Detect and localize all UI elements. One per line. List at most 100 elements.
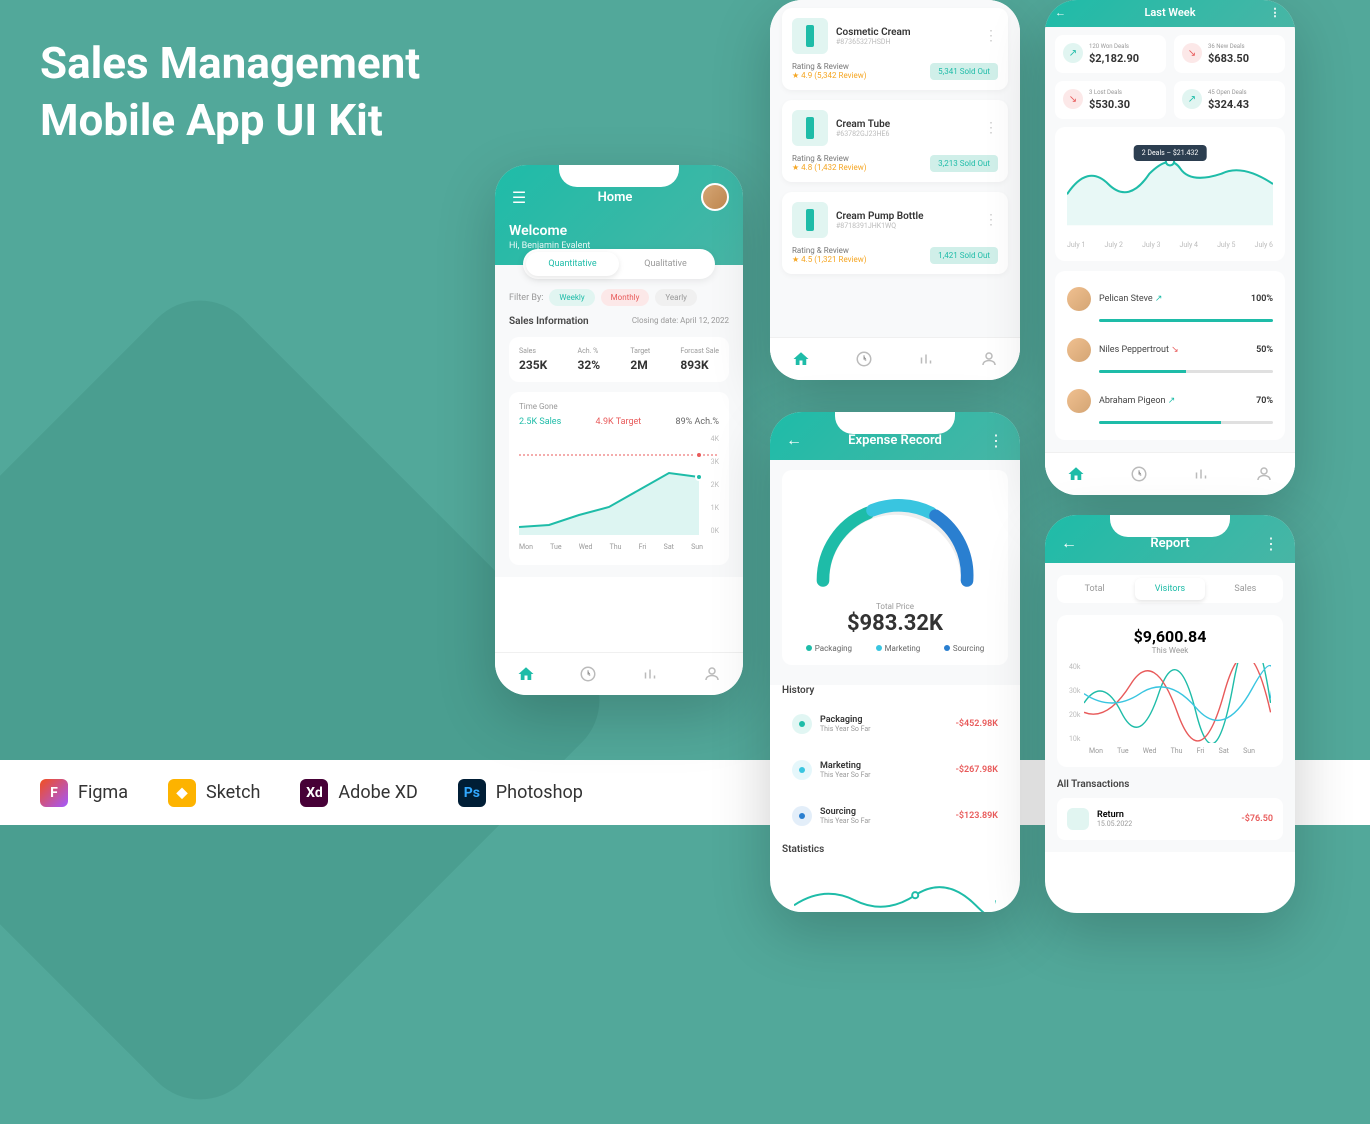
ps-icon: Ps bbox=[458, 779, 486, 807]
history-name: Sourcing bbox=[820, 807, 871, 817]
deal-value: $530.30 bbox=[1089, 98, 1130, 111]
transactions-title: All Transactions bbox=[1057, 779, 1283, 790]
tab-sales[interactable]: Sales bbox=[1211, 578, 1280, 600]
person-row[interactable]: Pelican Steve ↗100% bbox=[1063, 279, 1277, 319]
deal-label: 3 Lost Deals bbox=[1089, 89, 1130, 96]
gauge-card: Total Price $983.32K Packaging Marketing… bbox=[782, 470, 1008, 665]
report-title: Report bbox=[1079, 536, 1261, 551]
tool-xd: XdAdobe XD bbox=[300, 779, 417, 807]
nav-stats-icon[interactable] bbox=[917, 350, 935, 368]
tool-sketch: ◆Sketch bbox=[168, 779, 260, 807]
lastweek-title: Last Week bbox=[1075, 6, 1265, 19]
phone-products: Cosmetic Cream#87365327HSDH⋮Rating & Rev… bbox=[770, 0, 1020, 380]
person-avatar bbox=[1067, 287, 1091, 311]
stats-mini-chart bbox=[794, 875, 996, 912]
transaction-icon bbox=[1067, 808, 1089, 830]
rating-text: ★ 4.9 (5,342 Review) bbox=[792, 71, 867, 80]
history-value: -$267.98K bbox=[956, 765, 998, 775]
back-icon[interactable]: ← bbox=[784, 430, 804, 450]
history-sublabel: This Year So Far bbox=[820, 725, 871, 733]
page-headline: Sales Management Mobile App UI Kit bbox=[40, 35, 420, 149]
history-item[interactable]: PackagingThis Year So Far-$452.98K bbox=[782, 704, 1008, 744]
product-card[interactable]: Cream Pump Bottle#8718391JHK1WQ⋮Rating &… bbox=[782, 192, 1008, 274]
person-name: Abraham Pigeon ↗ bbox=[1099, 396, 1248, 406]
nav-profile-icon[interactable] bbox=[980, 350, 998, 368]
product-menu-icon[interactable]: ⋮ bbox=[984, 28, 998, 44]
product-card[interactable]: Cream Tube#63782GJ23HE6⋮Rating & Review★… bbox=[782, 100, 1008, 182]
phone-expense: ← Expense Record ⋮ Total Price $983.32K … bbox=[770, 412, 1020, 912]
line-chart-svg bbox=[519, 435, 719, 535]
transaction-item[interactable]: Return15.05.2022 -$76.50 bbox=[1057, 798, 1283, 840]
sketch-icon: ◆ bbox=[168, 779, 196, 807]
product-sku: #8718391JHK1WQ bbox=[836, 222, 923, 230]
product-name: Cream Pump Bottle bbox=[836, 211, 923, 222]
person-row[interactable]: Abraham Pigeon ↗ 70% bbox=[1063, 381, 1277, 421]
chip-yearly[interactable]: Yearly bbox=[655, 289, 697, 306]
back-icon[interactable]: ← bbox=[1059, 533, 1079, 553]
person-avatar bbox=[1067, 338, 1091, 362]
dots-icon[interactable]: ⋮ bbox=[1265, 6, 1285, 19]
figma-icon: F bbox=[40, 779, 68, 807]
deal-card[interactable]: ↗45 Open Deals$324.43 bbox=[1174, 81, 1285, 119]
headline-line2: Mobile App UI Kit bbox=[40, 92, 420, 149]
sold-badge: 1,421 Sold Out bbox=[930, 247, 998, 264]
dots-icon[interactable]: ⋮ bbox=[986, 430, 1006, 450]
product-card[interactable]: Cosmetic Cream#87365327HSDH⋮Rating & Rev… bbox=[782, 8, 1008, 90]
filter-label: Filter By: bbox=[509, 293, 543, 303]
dots-icon[interactable]: ⋮ bbox=[1261, 533, 1281, 553]
rating-text: ★ 4.5 (1,321 Review) bbox=[792, 255, 867, 264]
sales-info-title: Sales Information bbox=[509, 316, 589, 327]
history-name: Marketing bbox=[820, 761, 871, 771]
lastweek-header: ←Last Week⋮ bbox=[1045, 0, 1295, 27]
person-row[interactable]: Niles Peppertrout ↘ 50% bbox=[1063, 330, 1277, 370]
statistics-title: Statistics bbox=[782, 844, 1008, 855]
nav-stats-icon[interactable] bbox=[641, 665, 659, 683]
avatar[interactable] bbox=[701, 183, 729, 211]
nav-profile-icon[interactable] bbox=[703, 665, 721, 683]
person-percent: 50% bbox=[1256, 345, 1273, 355]
nav-home-icon[interactable] bbox=[792, 350, 810, 368]
nav-home-icon[interactable] bbox=[1067, 465, 1085, 483]
person-name: Niles Peppertrout ↘ bbox=[1099, 345, 1248, 355]
product-sku: #63782GJ23HE6 bbox=[836, 130, 890, 138]
history-item[interactable]: MarketingThis Year So Far-$267.98K bbox=[782, 750, 1008, 790]
product-image bbox=[792, 202, 828, 238]
deal-card[interactable]: ↘ 3 Lost Deals $530.30 bbox=[1055, 81, 1166, 119]
history-item[interactable]: SourcingThis Year So Far-$123.89K bbox=[782, 796, 1008, 836]
chip-monthly[interactable]: Monthly bbox=[601, 289, 650, 306]
tab-total[interactable]: Total bbox=[1060, 578, 1129, 600]
back-icon[interactable]: ← bbox=[1055, 6, 1075, 19]
deal-card[interactable]: ↗120 Won Deals$2,182.90 bbox=[1055, 35, 1166, 73]
deal-card[interactable]: ↘36 New Deals$683.50 bbox=[1174, 35, 1285, 73]
history-value: -$452.98K bbox=[956, 719, 998, 729]
product-sku: #87365327HSDH bbox=[836, 38, 911, 46]
product-menu-icon[interactable]: ⋮ bbox=[984, 120, 998, 136]
nav-home-icon[interactable] bbox=[517, 665, 535, 683]
chip-weekly[interactable]: Weekly bbox=[549, 289, 594, 306]
history-dot-icon bbox=[792, 760, 812, 780]
nav-clock-icon[interactable] bbox=[855, 350, 873, 368]
nav-clock-icon[interactable] bbox=[579, 665, 597, 683]
tab-quantitative[interactable]: Quantitative bbox=[526, 252, 619, 276]
headline-line1: Sales Management bbox=[40, 35, 420, 92]
trend-down-icon: ↘ bbox=[1063, 89, 1083, 109]
phone-home: ☰ Home Welcome Hi, Benjamin Evalent Quan… bbox=[495, 165, 743, 695]
nav-stats-icon[interactable] bbox=[1192, 465, 1210, 483]
deal-value: $324.43 bbox=[1208, 98, 1249, 111]
progress-bar bbox=[1099, 370, 1273, 373]
nav-profile-icon[interactable] bbox=[1255, 465, 1273, 483]
phone-notch bbox=[559, 165, 679, 187]
report-multi-line bbox=[1084, 663, 1271, 743]
bottom-nav bbox=[495, 652, 743, 695]
menu-icon[interactable]: ☰ bbox=[509, 187, 529, 207]
trend-up-icon: ↗ bbox=[1063, 43, 1083, 63]
nav-clock-icon[interactable] bbox=[1130, 465, 1148, 483]
history-title: History bbox=[782, 685, 1008, 696]
product-menu-icon[interactable]: ⋮ bbox=[984, 212, 998, 228]
tab-qualitative[interactable]: Qualitative bbox=[619, 252, 712, 276]
filter-row: Filter By: Weekly Monthly Yearly bbox=[509, 289, 729, 306]
person-percent: 70% bbox=[1256, 396, 1273, 406]
deal-value: $683.50 bbox=[1208, 52, 1249, 65]
product-name: Cosmetic Cream bbox=[836, 27, 911, 38]
tab-visitors[interactable]: Visitors bbox=[1135, 578, 1204, 600]
